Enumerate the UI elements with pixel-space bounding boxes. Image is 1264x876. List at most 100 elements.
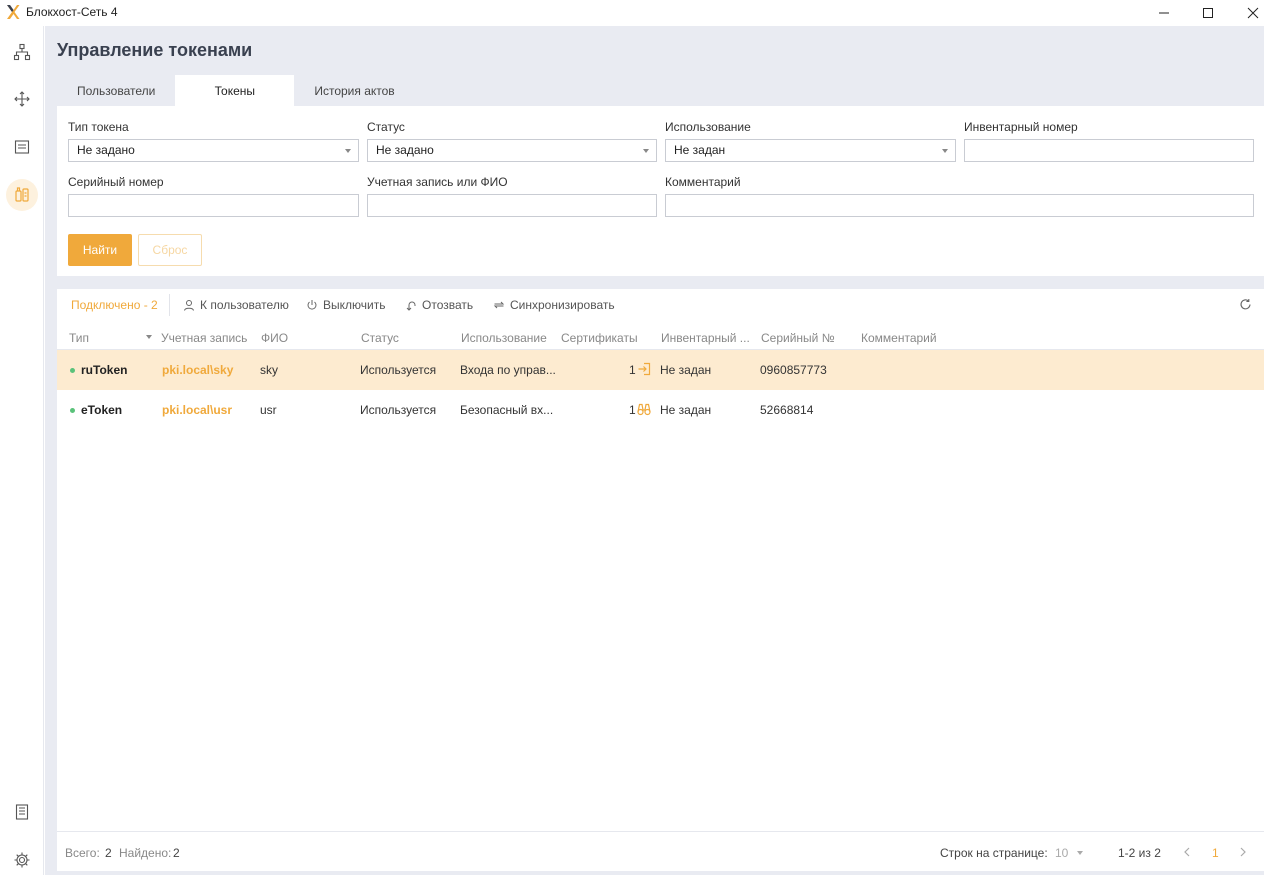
tab-users[interactable]: Пользователи bbox=[57, 75, 175, 106]
cell-inventory: Не задан bbox=[660, 363, 712, 377]
column-header-account[interactable]: Учетная запись bbox=[161, 331, 247, 345]
inventory-label: Инвентарный номер bbox=[964, 120, 1078, 134]
table-row[interactable]: ruToken pki.local\sky sky Используется В… bbox=[57, 350, 1264, 390]
list-icon bbox=[14, 140, 30, 154]
status-label: Статус bbox=[367, 120, 405, 134]
account-label: Учетная запись или ФИО bbox=[367, 175, 508, 189]
chevron-down-icon[interactable] bbox=[1077, 851, 1083, 855]
column-header-serial[interactable]: Серийный № bbox=[761, 331, 835, 345]
nav-reports[interactable] bbox=[6, 796, 38, 828]
to-user-button[interactable]: К пользователю bbox=[183, 298, 289, 312]
column-header-usage[interactable]: Использование bbox=[461, 331, 547, 345]
column-header-comment[interactable]: Комментарий bbox=[861, 331, 937, 345]
status-select[interactable]: Не задано bbox=[367, 139, 657, 162]
cell-certificates: 1 bbox=[629, 363, 636, 377]
close-button[interactable] bbox=[1230, 0, 1264, 26]
disable-button[interactable]: Выключить bbox=[306, 298, 385, 312]
results-toolbar: Подключено - 2 К пользователю Выключить … bbox=[57, 289, 1264, 321]
filter-panel: Тип токена Не задано Статус Не задано Ис… bbox=[57, 106, 1264, 276]
cell-inventory: Не задан bbox=[660, 403, 712, 417]
tab-tokens[interactable]: Токены bbox=[175, 75, 295, 106]
token-type-select[interactable]: Не задано bbox=[68, 139, 359, 162]
column-header-fio[interactable]: ФИО bbox=[261, 331, 288, 345]
reset-button[interactable]: Сброс bbox=[138, 234, 202, 266]
column-header-inventory[interactable]: Инвентарный ... bbox=[661, 331, 750, 345]
column-header-certificates[interactable]: Сертификаты bbox=[561, 331, 638, 345]
nav-network[interactable] bbox=[6, 36, 38, 68]
document-icon bbox=[15, 804, 29, 820]
token-type-value: Не задано bbox=[77, 143, 135, 157]
gear-icon bbox=[14, 852, 30, 868]
toolbar-divider bbox=[169, 294, 170, 316]
nav-settings[interactable] bbox=[6, 844, 38, 876]
cell-type: ruToken bbox=[81, 363, 128, 377]
results-panel: Подключено - 2 К пользователю Выключить … bbox=[57, 289, 1264, 871]
serial-label: Серийный номер bbox=[68, 175, 164, 189]
close-icon bbox=[1247, 7, 1259, 19]
token-type-label: Тип токена bbox=[68, 120, 129, 134]
login-icon[interactable] bbox=[637, 362, 651, 376]
chevron-left-icon[interactable] bbox=[1183, 847, 1191, 857]
nav-deploy[interactable] bbox=[6, 83, 38, 115]
to-user-label: К пользователю bbox=[200, 298, 289, 312]
sync-icon bbox=[493, 301, 505, 309]
serial-input[interactable] bbox=[68, 194, 359, 217]
app-logo-icon bbox=[7, 5, 20, 19]
maximize-button[interactable] bbox=[1185, 0, 1231, 26]
cell-account-link[interactable]: pki.local\sky bbox=[162, 363, 233, 377]
rows-per-page-select[interactable]: 10 bbox=[1055, 846, 1068, 860]
table-row[interactable]: eToken pki.local\usr usr Используется Бе… bbox=[57, 390, 1264, 430]
tab-act-history[interactable]: История актов bbox=[294, 75, 414, 106]
tab-bar: Пользователи Токены История актов bbox=[57, 75, 415, 106]
refresh-icon[interactable] bbox=[1239, 298, 1252, 311]
comment-input[interactable] bbox=[665, 194, 1254, 217]
cell-status: Используется bbox=[360, 403, 437, 417]
arrows-move-icon bbox=[14, 91, 30, 107]
main-area: Управление токенами Пользователи Токены … bbox=[45, 26, 1264, 875]
chevron-down-icon bbox=[942, 149, 948, 153]
cell-certificates: 1 bbox=[629, 403, 636, 417]
found-value: 2 bbox=[173, 846, 180, 860]
minimize-button[interactable] bbox=[1141, 0, 1187, 26]
total-label: Всего: bbox=[65, 846, 100, 860]
connected-count[interactable]: Подключено - 2 bbox=[71, 298, 158, 312]
cell-account-link[interactable]: pki.local\usr bbox=[162, 403, 232, 417]
disable-label: Выключить bbox=[323, 298, 386, 312]
nav-journal[interactable] bbox=[6, 131, 38, 163]
undo-icon bbox=[406, 301, 416, 311]
cell-serial: 0960857773 bbox=[760, 363, 827, 377]
usage-select[interactable]: Не задан bbox=[665, 139, 956, 162]
cell-status: Используется bbox=[360, 363, 437, 377]
chevron-down-icon bbox=[345, 149, 351, 153]
status-dot bbox=[70, 408, 75, 413]
inventory-input[interactable] bbox=[964, 139, 1254, 162]
current-page[interactable]: 1 bbox=[1212, 846, 1219, 860]
user-icon bbox=[184, 300, 194, 311]
rows-per-page-label: Строк на странице: bbox=[940, 846, 1048, 860]
cell-fio: usr bbox=[260, 403, 277, 417]
cell-fio: sky bbox=[260, 363, 278, 377]
account-input[interactable] bbox=[367, 194, 657, 217]
nav-tokens[interactable] bbox=[6, 179, 38, 211]
usage-value: Не задан bbox=[674, 143, 726, 157]
table-footer: Всего: 2 Найдено: 2 Строк на странице: 1… bbox=[57, 831, 1264, 871]
sort-down-icon[interactable] bbox=[146, 335, 152, 339]
window-title: Блокхост-Сеть 4 bbox=[26, 5, 118, 19]
power-icon bbox=[307, 300, 317, 310]
column-header-type[interactable]: Тип bbox=[69, 331, 89, 345]
comment-label: Комментарий bbox=[665, 175, 741, 189]
binoculars-icon[interactable] bbox=[637, 402, 651, 416]
revoke-label: Отозвать bbox=[422, 298, 474, 312]
cell-usage: Входа по управ... bbox=[460, 363, 556, 377]
left-navigation-rail bbox=[0, 26, 44, 875]
page-title: Управление токенами bbox=[57, 40, 253, 60]
revoke-button[interactable]: Отозвать bbox=[405, 298, 473, 312]
status-dot bbox=[70, 368, 75, 373]
sync-button[interactable]: Синхронизировать bbox=[493, 298, 615, 312]
chevron-right-icon[interactable] bbox=[1239, 847, 1247, 857]
total-value: 2 bbox=[105, 846, 112, 860]
minimize-icon bbox=[1159, 12, 1169, 14]
column-header-status[interactable]: Статус bbox=[361, 331, 399, 345]
find-button[interactable]: Найти bbox=[68, 234, 132, 266]
chevron-down-icon bbox=[643, 149, 649, 153]
